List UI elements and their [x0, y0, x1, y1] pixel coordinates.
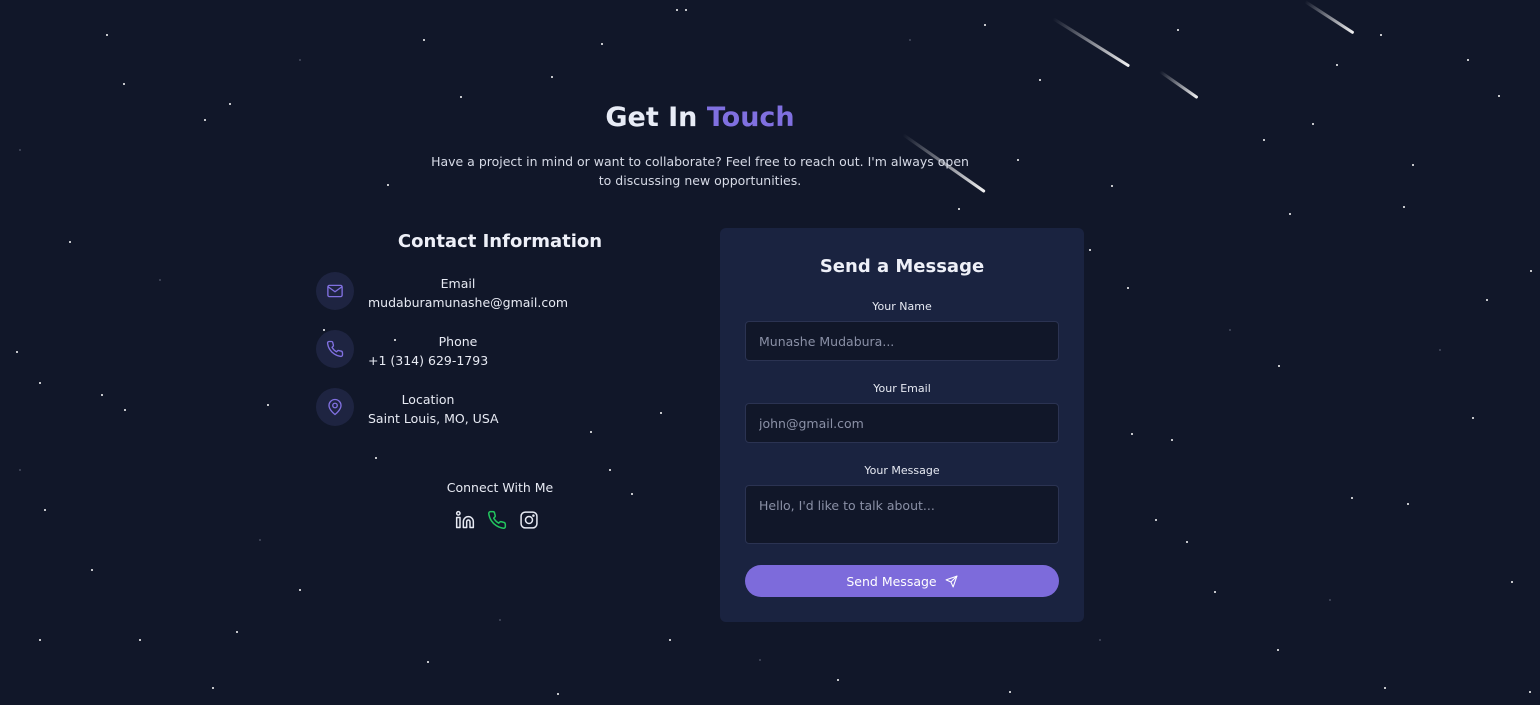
contact-location-value: Saint Louis, MO, USA: [368, 411, 499, 426]
contact-email-label: Email: [440, 276, 476, 291]
email-input[interactable]: [745, 403, 1059, 443]
contact-location-label: Location: [401, 392, 455, 407]
section-title-accent: Touch: [706, 102, 795, 133]
email-label: Your Email: [873, 382, 931, 395]
send-message-button[interactable]: Send Message: [745, 565, 1059, 597]
name-input[interactable]: [745, 321, 1059, 361]
contact-email-value[interactable]: mudaburamunashe@gmail.com: [368, 293, 608, 313]
message-textarea[interactable]: [745, 485, 1059, 544]
linkedin-icon[interactable]: [454, 509, 476, 531]
section-title-prefix: Get In: [605, 102, 698, 133]
mail-icon: [316, 272, 354, 310]
phone-icon: [316, 330, 354, 368]
name-label: Your Name: [872, 300, 932, 313]
instagram-icon[interactable]: [518, 509, 540, 531]
send-icon: [945, 575, 958, 588]
contact-email: Email mudaburamunashe@gmail.com: [316, 272, 616, 312]
contact-phone-label: Phone: [438, 334, 478, 349]
social-links: [454, 509, 540, 531]
message-form-card: Send a Message Your Name Your Email Your…: [720, 228, 1084, 622]
map-pin-icon: [316, 388, 354, 426]
contact-phone: Phone +1 (314) 629-1793: [316, 330, 616, 370]
contact-section: Get In Touch Have a project in mind or w…: [0, 0, 1540, 705]
message-label: Your Message: [864, 464, 940, 477]
connect-title: Connect With Me: [446, 480, 554, 495]
contact-info-title: Contact Information: [397, 231, 603, 252]
section-subtitle: Have a project in mind or want to collab…: [431, 154, 969, 188]
phone-icon[interactable]: [486, 509, 508, 531]
section-title: Get In Touch: [0, 102, 1400, 133]
contact-phone-value[interactable]: +1 (314) 629-1793: [368, 351, 608, 371]
contact-location: Location Saint Louis, MO, USA: [316, 388, 616, 428]
form-title: Send a Message: [819, 256, 985, 277]
send-message-label: Send Message: [846, 573, 937, 589]
